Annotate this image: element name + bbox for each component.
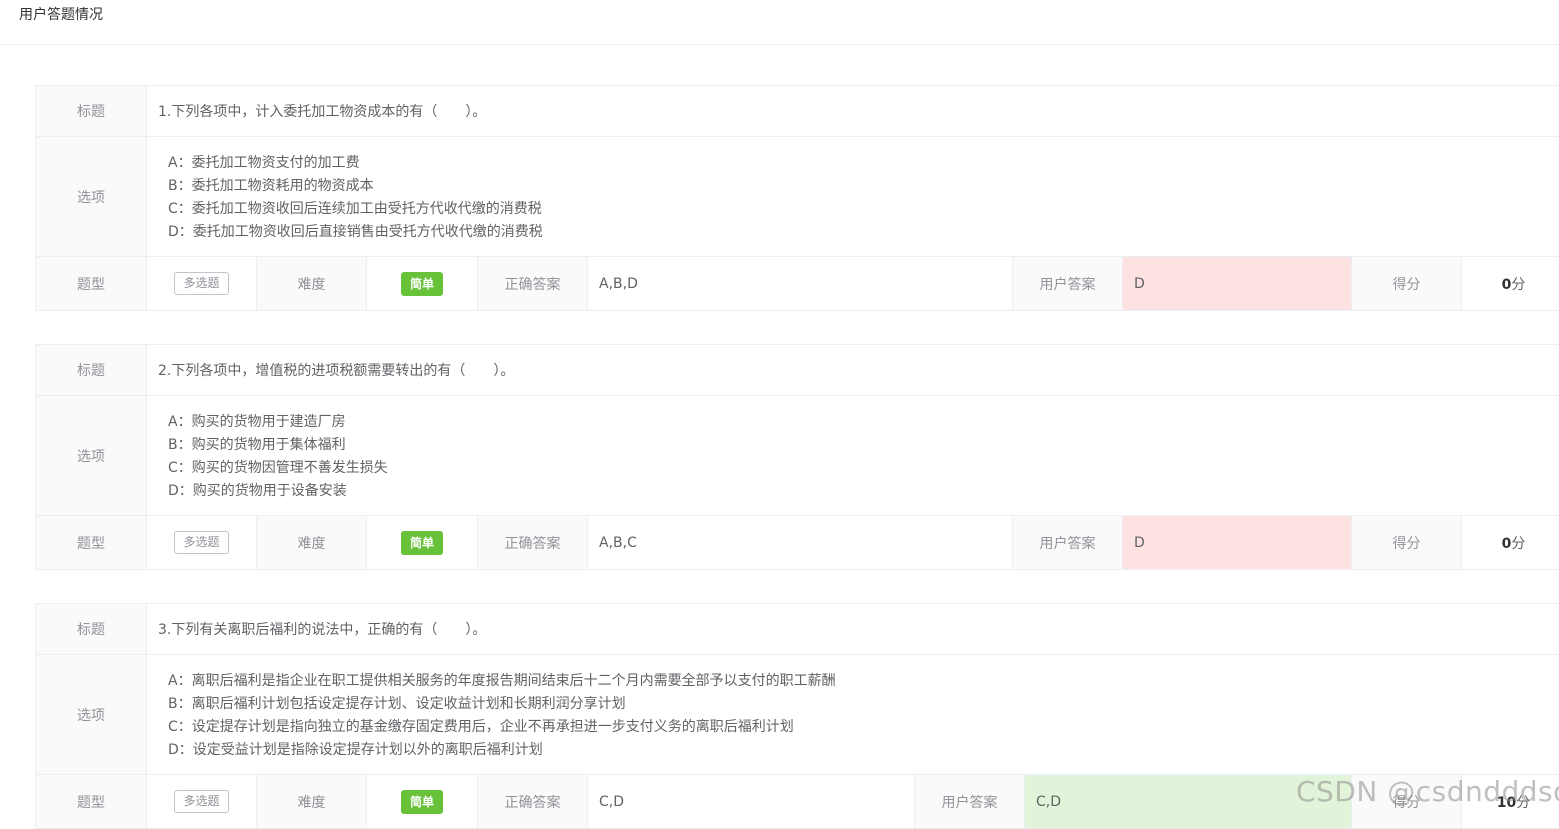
question-title: 2.下列各项中，增值税的进项税额需要转出的有（ ）。 [147,345,1559,396]
type-label: 题型 [36,257,147,311]
option-b: B：离职后福利计划包括设定提存计划、设定收益计划和长期利润分享计划 [168,693,1559,716]
user-answer-label: 用户答案 [1013,257,1123,311]
option-b: B：购买的货物用于集体福利 [168,434,1559,457]
type-label: 题型 [36,775,147,829]
correct-answer-value: A,B,D [588,257,1013,311]
difficulty-label: 难度 [257,775,367,829]
user-answer-value: C,D [1025,775,1352,829]
title-label: 标题 [36,86,147,137]
type-cell: 多选题 [147,257,257,311]
question-card: 标题 2.下列各项中，增值税的进项税额需要转出的有（ ）。 选项 A：购买的货物… [35,344,1559,570]
title-label: 标题 [36,604,147,655]
option-a: A：委托加工物资支付的加工费 [168,152,1559,175]
question-card: 标题 1.下列各项中，计入委托加工物资成本的有（ ）。 选项 A：委托加工物资支… [35,85,1559,311]
score-unit: 分 [1516,795,1530,811]
question-table: 标题 1.下列各项中，计入委托加工物资成本的有（ ）。 选项 A：委托加工物资支… [35,85,1559,311]
question-table: 标题 2.下列各项中，增值税的进项税额需要转出的有（ ）。 选项 A：购买的货物… [35,344,1559,570]
score-label: 得分 [1352,257,1462,311]
difficulty-label: 难度 [257,257,367,311]
options-list: A：离职后福利是指企业在职工提供相关服务的年度报告期间结束后十二个月内需要全部予… [147,668,1559,762]
question-type-tag: 多选题 [174,272,228,295]
score-value: 0 [1502,277,1512,293]
option-a: A：购买的货物用于建造厂房 [168,411,1559,434]
score-label: 得分 [1352,775,1462,829]
option-b: B：委托加工物资耗用的物资成本 [168,175,1559,198]
options-cell: A：委托加工物资支付的加工费 B：委托加工物资耗用的物资成本 C：委托加工物资收… [147,137,1559,257]
question-table: 标题 3.下列有关离职后福利的说法中，正确的有（ ）。 选项 A：离职后福利是指… [35,603,1559,829]
page-title: 用户答题情况 [19,4,103,24]
question-title-text: 2.下列各项中，增值税的进项税额需要转出的有（ ）。 [158,363,514,379]
question-title: 3.下列有关离职后福利的说法中，正确的有（ ）。 [147,604,1559,655]
option-c: C：委托加工物资收回后连续加工由受托方代收代缴的消费税 [168,198,1559,221]
options-cell: A：离职后福利是指企业在职工提供相关服务的年度报告期间结束后十二个月内需要全部予… [147,655,1559,775]
correct-answer-label: 正确答案 [478,775,588,829]
user-answer-value: D [1123,257,1352,311]
user-answer-label: 用户答案 [1013,516,1123,570]
user-answer-label: 用户答案 [915,775,1025,829]
score-label: 得分 [1352,516,1462,570]
options-list: A：购买的货物用于建造厂房 B：购买的货物用于集体福利 C：购买的货物因管理不善… [147,409,1559,503]
option-d: D：设定受益计划是指除设定提存计划以外的离职后福利计划 [168,739,1559,762]
question-card: 标题 3.下列有关离职后福利的说法中，正确的有（ ）。 选项 A：离职后福利是指… [35,603,1559,829]
options-label: 选项 [36,396,147,516]
correct-answer-value: C,D [588,775,915,829]
user-answer-value: D [1123,516,1352,570]
difficulty-cell: 简单 [367,775,478,829]
option-a: A：离职后福利是指企业在职工提供相关服务的年度报告期间结束后十二个月内需要全部予… [168,670,1559,693]
score-unit: 分 [1511,536,1525,552]
score-value: 0 [1502,536,1512,552]
option-d: D：购买的货物用于设备安装 [168,480,1559,503]
difficulty-tag: 简单 [401,531,443,555]
type-cell: 多选题 [147,516,257,570]
score-unit: 分 [1511,277,1525,293]
correct-answer-label: 正确答案 [478,516,588,570]
question-title-text: 3.下列有关离职后福利的说法中，正确的有（ ）。 [158,622,486,638]
correct-answer-label: 正确答案 [478,257,588,311]
page-header: 用户答题情况 [0,0,1559,45]
score-cell: 0分 [1462,257,1559,311]
score-cell: 0分 [1462,516,1559,570]
question-type-tag: 多选题 [174,531,228,554]
title-label: 标题 [36,345,147,396]
options-list: A：委托加工物资支付的加工费 B：委托加工物资耗用的物资成本 C：委托加工物资收… [147,150,1559,244]
question-title: 1.下列各项中，计入委托加工物资成本的有（ ）。 [147,86,1559,137]
type-cell: 多选题 [147,775,257,829]
option-c: C：购买的货物因管理不善发生损失 [168,457,1559,480]
question-title-text: 1.下列各项中，计入委托加工物资成本的有（ ）。 [158,104,486,120]
difficulty-tag: 简单 [401,272,443,296]
difficulty-cell: 简单 [367,257,478,311]
options-label: 选项 [36,655,147,775]
score-value: 10 [1497,795,1516,811]
difficulty-cell: 简单 [367,516,478,570]
option-d: D：委托加工物资收回后直接销售由受托方代收代缴的消费税 [168,221,1559,244]
question-type-tag: 多选题 [174,790,228,813]
score-cell: 10分 [1462,775,1559,829]
type-label: 题型 [36,516,147,570]
correct-answer-value: A,B,C [588,516,1013,570]
difficulty-label: 难度 [257,516,367,570]
difficulty-tag: 简单 [401,790,443,814]
options-cell: A：购买的货物用于建造厂房 B：购买的货物用于集体福利 C：购买的货物因管理不善… [147,396,1559,516]
options-label: 选项 [36,137,147,257]
option-c: C：设定提存计划是指向独立的基金缴存固定费用后，企业不再承担进一步支付义务的离职… [168,716,1559,739]
